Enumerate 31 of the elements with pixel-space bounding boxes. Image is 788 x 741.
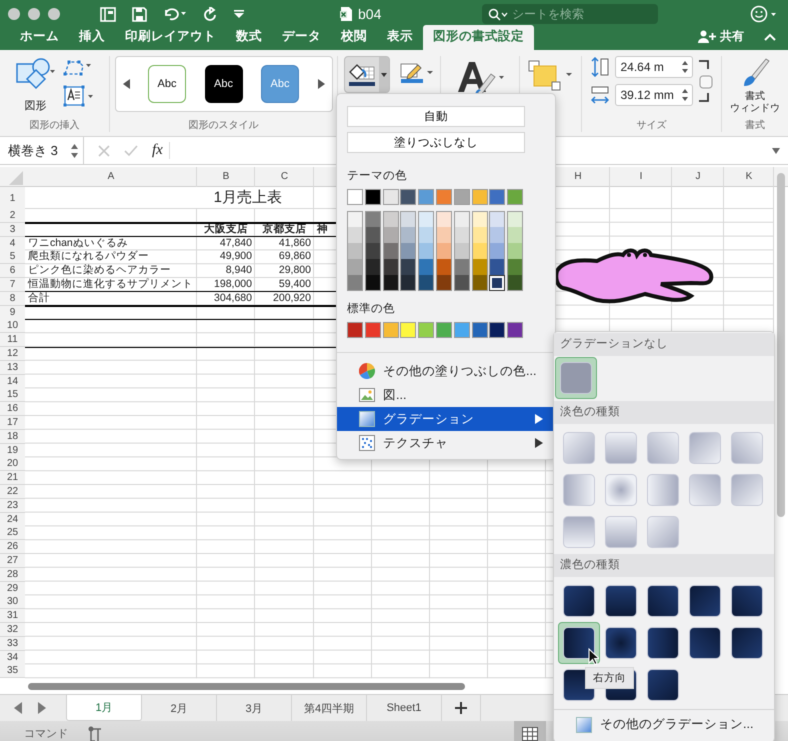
- section-header: 淡色の種類: [554, 401, 774, 424]
- group-label: サイズ: [636, 119, 666, 132]
- table-cell-text: 41,860: [278, 236, 312, 251]
- table-cell-text: 8,940: [224, 264, 253, 278]
- window-title: b04: [358, 6, 382, 22]
- table-cell-text: ワニchanぬいぐるみ: [27, 236, 129, 250]
- table-cell-text: 大阪支店: [203, 222, 249, 237]
- table-cell-text: 29,800: [278, 264, 312, 278]
- section-header: グラデーションなし: [554, 333, 774, 356]
- group-label: 図形の挿入: [30, 118, 80, 132]
- sheet-title: 1月売上表: [212, 188, 283, 208]
- table-cell-text: 合計: [27, 292, 51, 306]
- table-cell-text: ピンク色に染めるヘアカラー: [27, 264, 172, 278]
- group-label: 書式: [745, 118, 765, 132]
- section-label: テーマの色: [347, 168, 408, 183]
- table-cell-text: 69,860: [278, 250, 312, 264]
- status-mode: コマンド: [24, 727, 68, 741]
- section-header: 濃色の種類: [554, 554, 774, 577]
- table-cell-text: 爬虫類になれるパウダー: [27, 250, 150, 264]
- table-cell-text: 198,000: [213, 278, 253, 292]
- table-cell-text: 恒温動物に進化するサプリメント: [26, 278, 194, 292]
- table-cell-text: 200,920: [272, 292, 312, 306]
- table-cell-text: 47,840: [218, 236, 253, 251]
- table-cell-text: 49,900: [218, 250, 253, 264]
- table-cell-text: 神: [316, 222, 329, 237]
- table-cell-text: 304,680: [213, 292, 253, 306]
- section-label: 標準の色: [347, 302, 396, 316]
- tooltip: 右方向: [585, 667, 634, 689]
- table-cell-text: 京都支店: [262, 222, 308, 237]
- group-label: 図形のスタイル: [188, 119, 258, 132]
- table-cell-text: 59,400: [278, 278, 312, 292]
